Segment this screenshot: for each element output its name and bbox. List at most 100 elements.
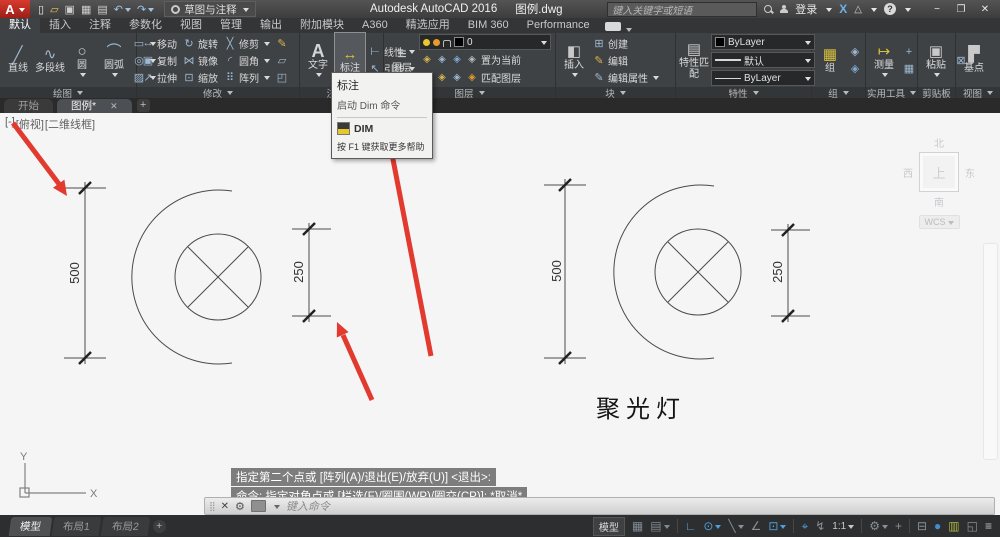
undo-icon[interactable]: ↶ — [114, 3, 131, 16]
layer-dropdown[interactable]: 0 — [419, 34, 551, 50]
insert-block-button[interactable]: ◧ 插入 — [559, 33, 589, 87]
sign-in-person-icon[interactable] — [780, 4, 789, 14]
panel-label-block[interactable]: 块 — [556, 87, 675, 100]
close-tab-icon[interactable]: ✕ — [110, 99, 118, 113]
erase-button[interactable]: ✎ — [274, 35, 290, 52]
isodraft-icon[interactable]: ╲ — [728, 519, 744, 533]
minimize-button[interactable]: − — [926, 2, 948, 17]
layout-tab-0[interactable]: 模型 — [8, 516, 53, 536]
base-point-button[interactable]: ▛ 基点 — [959, 33, 989, 87]
maximize-button[interactable]: ❐ — [950, 2, 972, 17]
arc-button[interactable]: ⌒ 圆弧 — [99, 33, 129, 87]
linetype-dropdown[interactable]: ByLayer — [711, 70, 815, 86]
fillet-button[interactable]: ◜ 圆角 — [222, 52, 272, 69]
offset-button[interactable]: ◰ — [274, 69, 290, 86]
application-menu-button[interactable]: A — [0, 0, 30, 18]
plot-icon[interactable]: ▤ — [97, 3, 107, 16]
snap-mode-icon[interactable]: ▤ — [650, 519, 670, 533]
array-button[interactable]: ⠿ 阵列 — [222, 69, 272, 86]
command-input[interactable]: 键入命令 — [286, 498, 330, 514]
close-command-line-icon[interactable]: ✕ — [221, 501, 229, 512]
panel-label-clipboard[interactable]: 剪贴板 — [918, 87, 955, 100]
chevron-down-icon[interactable] — [273, 504, 280, 512]
panel-label-groups[interactable]: 组 — [812, 87, 865, 100]
dimension-text-250-right[interactable]: 250 — [770, 261, 785, 283]
chevron-down-icon[interactable] — [871, 7, 877, 15]
panel-label-draw[interactable]: 绘图 — [0, 87, 136, 100]
line-button[interactable]: ╱ 直线 — [3, 33, 33, 87]
customization-icon[interactable]: ≡ — [985, 519, 992, 533]
quick-select-button[interactable]: + — [901, 43, 917, 60]
clean-screen-icon[interactable]: ◱ — [967, 519, 978, 533]
osnap-icon[interactable]: ⊡ — [768, 519, 787, 533]
match-layer-button[interactable]: ◈ ◈ ◈ ◈ 匹配图层 — [419, 69, 551, 86]
command-line-bar[interactable]: ⣿ ✕ ⚙ 键入命令 — [204, 497, 995, 515]
set-current-layer-button[interactable]: ◈ ◈ ◈ ◈ 置为当前 — [419, 51, 551, 68]
customize-wrench-icon[interactable]: ⚙ — [235, 500, 245, 513]
ribbon-tab-7[interactable]: 附加模块 — [291, 18, 353, 33]
ribbon-tab-5[interactable]: 管理 — [211, 18, 251, 33]
panel-label-utilities[interactable]: 实用工具 — [866, 87, 917, 100]
exchange-apps-icon[interactable]: X — [839, 2, 847, 16]
autoscale-icon[interactable]: ↯ — [815, 519, 825, 533]
measure-button[interactable]: ↦ 测量 — [869, 33, 899, 87]
ribbon-tab-2[interactable]: 注释 — [80, 18, 120, 33]
file-tab-start[interactable]: 开始 — [4, 99, 53, 113]
save-icon[interactable]: ▣ — [65, 3, 75, 16]
polar-tracking-icon[interactable]: ⊙ — [703, 519, 722, 533]
scale-button[interactable]: ⊡ 缩放 — [181, 69, 220, 86]
layout-tab-1[interactable]: 布局1 — [51, 516, 102, 536]
stay-connected-icon[interactable]: △ — [854, 4, 862, 15]
workspace-gear-icon[interactable]: ⚙ — [869, 519, 888, 533]
ribbon-tab-0[interactable]: 默认 — [0, 18, 40, 33]
drag-grip-icon[interactable]: ⣿ — [209, 501, 216, 512]
viewcube-west[interactable]: 西 — [903, 165, 913, 180]
isolate-objects-icon[interactable]: ● — [934, 519, 941, 533]
layout-tab-2[interactable]: 布局2 — [100, 516, 151, 536]
stretch-button[interactable]: ↗ 拉伸 — [140, 69, 179, 86]
panel-label-modify[interactable]: 修改 — [137, 87, 299, 100]
group-button[interactable]: ▦ 组 — [815, 33, 845, 87]
dimension-text-500-left[interactable]: 500 — [67, 262, 82, 284]
edit-attributes-button[interactable]: ✎ 编辑属性 — [591, 69, 661, 86]
lineweight-dropdown[interactable]: 默认 — [711, 52, 815, 68]
ribbon-tab-1[interactable]: 插入 — [40, 18, 80, 33]
rotate-button[interactable]: ↻ 旋转 — [181, 35, 220, 52]
wcs-dropdown[interactable]: WCS — [918, 215, 960, 229]
ribbon-tab-8[interactable]: A360 — [353, 18, 397, 33]
copy-button[interactable]: ▣ 复制 — [140, 52, 179, 69]
dimension-text-250-left[interactable]: 250 — [291, 261, 306, 283]
viewcube-cube[interactable]: 上 — [919, 152, 959, 192]
otrack-icon[interactable]: ∠ — [751, 519, 762, 533]
ribbon-tab-6[interactable]: 输出 — [251, 18, 291, 33]
open-file-icon[interactable]: ▱ — [50, 3, 58, 16]
create-block-button[interactable]: ⊞ 创建 — [591, 35, 661, 52]
chevron-down-icon[interactable] — [826, 7, 833, 15]
graphics-performance-icon[interactable]: ▥ — [948, 519, 959, 533]
new-layout-button[interactable]: + — [152, 519, 166, 533]
new-tab-button[interactable]: + — [136, 99, 150, 112]
workspace-switcher[interactable]: 草图与注释 — [164, 1, 256, 17]
edit-block-button[interactable]: ✎ 编辑 — [591, 52, 661, 69]
recent-commands-icon[interactable] — [250, 500, 266, 512]
group-edit-button[interactable]: ◈ — [847, 60, 863, 77]
annotation-visibility-icon[interactable]: ⌖ — [801, 519, 808, 534]
polyline-button[interactable]: ∿ 多段线 — [35, 33, 65, 87]
panel-label-view[interactable]: 视图 — [956, 87, 1000, 100]
explode-button[interactable]: ▱ — [274, 52, 290, 69]
navigation-bar[interactable] — [983, 243, 998, 460]
viewcube-north[interactable]: 北 — [896, 135, 982, 150]
move-button[interactable]: ↔ 移动 — [140, 35, 179, 52]
drawing-canvas[interactable]: [-] [俯视] [二维线框] 500 250 500 250 聚光灯 X Y … — [0, 113, 1000, 515]
circle-button[interactable]: ○ 圆 — [67, 33, 97, 87]
annotation-monitor-icon[interactable]: + — [895, 519, 902, 533]
viewcube-east[interactable]: 东 — [965, 165, 975, 180]
sign-in-label[interactable]: 登录 — [795, 1, 817, 17]
quick-calc-button[interactable]: ▦ — [901, 60, 917, 77]
file-tab-document[interactable]: 图例* ✕ — [57, 99, 132, 113]
mirror-button[interactable]: ⋈ 镜像 — [181, 52, 220, 69]
search-input[interactable]: 键入关键字或短语 — [607, 1, 758, 17]
ribbon-tab-11[interactable]: Performance — [518, 18, 599, 33]
help-icon[interactable]: ? — [884, 3, 896, 15]
redo-icon[interactable]: ↷ — [137, 3, 155, 16]
